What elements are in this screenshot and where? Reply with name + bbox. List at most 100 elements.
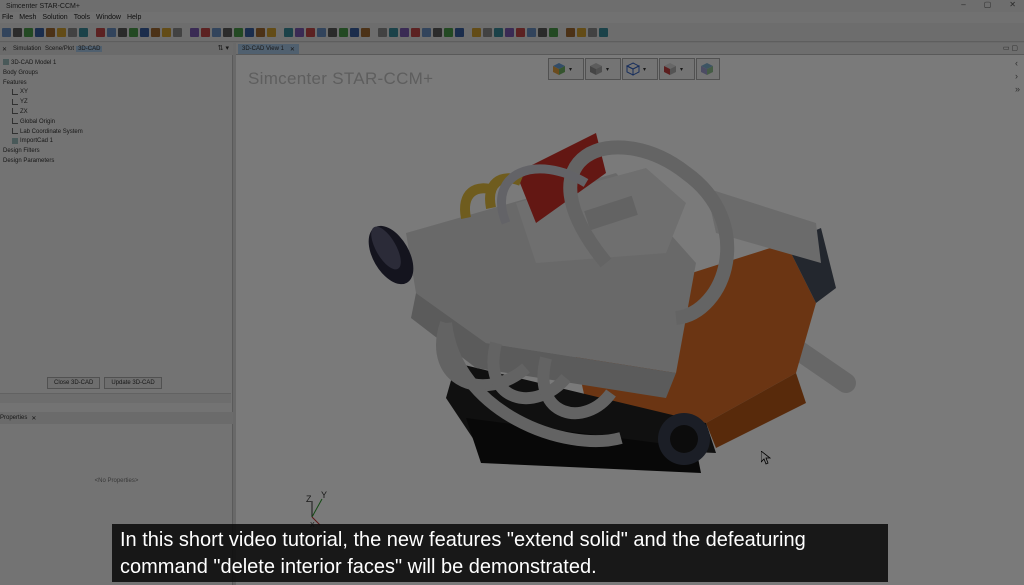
toolbar-button-icon[interactable] [527,27,536,37]
toolbar-button-icon[interactable] [505,27,514,37]
toolbar-button-icon[interactable] [566,27,575,37]
toolbar-button-icon[interactable] [494,27,503,37]
toolbar-button-icon[interactable] [184,28,188,37]
toolbar-button-icon[interactable] [455,27,464,37]
menu-tools[interactable]: Tools [74,14,90,21]
toolbar-button-icon[interactable] [350,27,359,37]
toolbar-button-icon[interactable] [107,27,116,37]
tab-scene-plot[interactable]: Scene/Plot [43,46,76,52]
toolbar-button-icon[interactable] [90,28,94,37]
toolbar-button-icon[interactable] [411,27,420,37]
toolbar-button-icon[interactable] [96,27,105,37]
toolbar-button-icon[interactable] [162,27,171,37]
update-3d-cad-button[interactable]: Update 3D-CAD [104,377,162,389]
toolbar-button-icon[interactable] [295,27,304,37]
properties-label[interactable]: Properties [0,415,27,421]
close-window-button[interactable]: ✕ [1009,0,1016,9]
toolbar-button-icon[interactable] [151,27,160,37]
menu-mesh[interactable]: Mesh [19,14,36,21]
toolbar-button-icon[interactable] [57,27,66,37]
toolbar-button-icon[interactable] [549,27,558,37]
tab-3d-cad[interactable]: 3D-CAD [76,46,103,52]
toolbar-button-icon[interactable] [35,27,44,37]
toolbar-button-icon[interactable] [256,27,265,37]
collapse-left-icon[interactable]: ‹ [1015,59,1020,68]
toolbar-button-icon[interactable] [284,27,293,37]
toolbar-button-icon[interactable] [577,27,586,37]
toolbar-button-icon[interactable] [2,27,11,37]
toolbar-button-icon[interactable] [317,27,326,37]
tree-item[interactable]: XY [0,88,83,98]
toolbar-button-icon[interactable] [378,27,387,37]
toolbar-button-icon[interactable] [588,27,597,37]
toolbar-button-icon[interactable] [372,28,376,37]
close-3d-cad-button[interactable]: Close 3D-CAD [47,377,101,389]
tree-item[interactable]: ImportCad 1 [0,137,83,147]
toolbar-button-icon[interactable] [118,27,127,37]
toolbar-button-icon[interactable] [422,27,431,37]
3d-viewer[interactable]: 3D-CAD View 1 ✕ ▭ ▢ Simcenter STAR-CCM+ … [236,43,1024,585]
minimize-button[interactable]: – [961,0,965,9]
toolbar-button-icon[interactable] [472,27,481,37]
close-tab-icon[interactable]: ✕ [290,46,295,53]
toolbar-button-icon[interactable] [278,28,282,37]
close-panel-icon[interactable]: ✕ [2,46,7,53]
toolbar-button-icon[interactable] [560,28,564,37]
menu-help[interactable]: Help [127,14,141,21]
menu-file[interactable]: File [2,14,13,21]
tree-item[interactable]: Body Groups [0,69,83,79]
toolbar-button-icon[interactable] [245,27,254,37]
toolbar-button-icon[interactable] [173,27,182,37]
toolbar-button-icon[interactable] [212,27,221,37]
tree-item[interactable]: Design Parameters [0,157,83,167]
tree-item[interactable]: Lab Coordinate System [0,128,83,138]
toolbar-button-icon[interactable] [24,27,33,37]
toolbar-button-icon[interactable] [68,27,77,37]
toolbar-button-icon[interactable] [190,27,199,37]
toolbar-button-icon[interactable] [389,27,398,37]
section-view-button[interactable]: ▾ [659,58,695,80]
toolbar-button-icon[interactable] [516,27,525,37]
toolbar-button-icon[interactable] [79,27,88,37]
toolbar-button-icon[interactable] [466,28,470,37]
tree-item[interactable]: 3D-CAD Model 1 [0,59,83,69]
display-mode-button[interactable]: ▾ [585,58,621,80]
toolbar-button-icon[interactable] [599,27,608,37]
tree-item[interactable]: YZ [0,98,83,108]
toolbar-button-icon[interactable] [483,27,492,37]
engine-cad-model[interactable] [366,113,866,473]
view-orientation-button[interactable]: ▾ [548,58,584,80]
tree-item[interactable]: Design Filters [0,147,83,157]
toolbar-button-icon[interactable] [201,27,210,37]
reset-view-button[interactable] [696,58,720,80]
toolbar-button-icon[interactable] [444,27,453,37]
expand-icon[interactable]: › [1015,72,1020,81]
tree-item[interactable]: ZX [0,108,83,118]
toolbar-button-icon[interactable] [13,27,22,37]
toolbar-button-icon[interactable] [400,27,409,37]
toolbar-button-icon[interactable] [140,27,149,37]
toolbar-button-icon[interactable] [361,27,370,37]
toolbar-button-icon[interactable] [306,27,315,37]
toolbar-button-icon[interactable] [339,27,348,37]
tab-simulation[interactable]: Simulation [11,46,43,52]
tree-item[interactable]: Global Origin [0,118,83,128]
toolbar-button-icon[interactable] [223,27,232,37]
maximize-view-icon[interactable]: ▭ ▢ [1003,44,1018,52]
pin-icon[interactable]: ⇅ ▾ [218,44,229,52]
toolbar-button-icon[interactable] [538,27,547,37]
toolbar-button-icon[interactable] [267,27,276,37]
toolbar-button-icon[interactable] [46,27,55,37]
tree-item[interactable]: Features [0,79,83,89]
horizontal-scrollbar[interactable] [0,393,231,403]
maximize-button[interactable]: ▢ [984,0,992,9]
expand-double-icon[interactable]: » [1015,85,1020,94]
menu-window[interactable]: Window [96,14,121,21]
close-properties-icon[interactable]: ✕ [31,415,36,422]
toolbar-button-icon[interactable] [328,27,337,37]
toolbar-button-icon[interactable] [234,27,243,37]
toolbar-button-icon[interactable] [433,27,442,37]
tab-3d-cad-view[interactable]: 3D-CAD View 1 ✕ [238,44,299,54]
toolbar-button-icon[interactable] [129,27,138,37]
wireframe-button[interactable]: ▾ [622,58,658,80]
